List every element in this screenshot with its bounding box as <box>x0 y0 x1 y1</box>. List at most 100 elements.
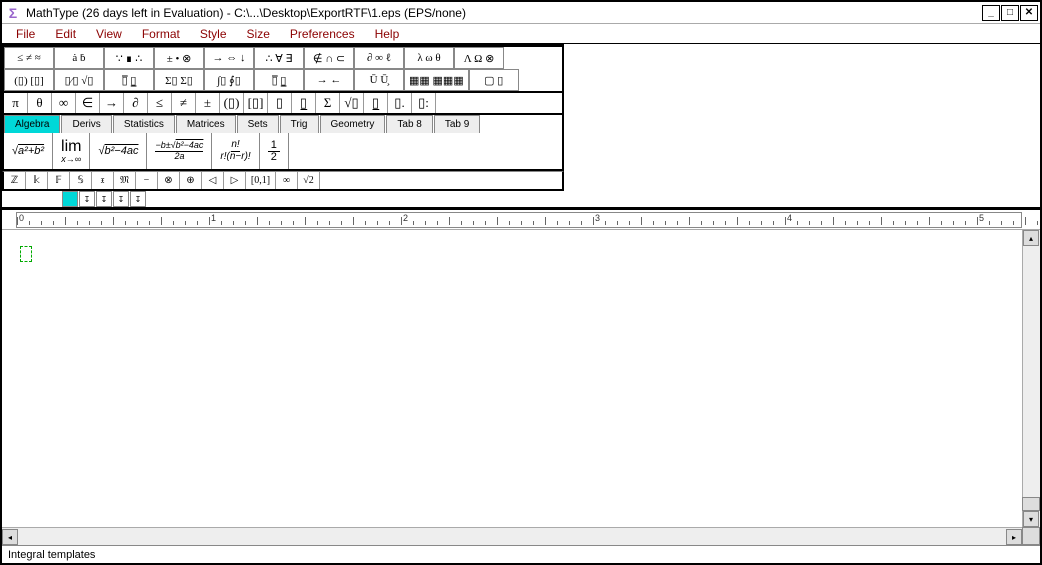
tmpl-sqrt-sum[interactable]: √a²+b² <box>4 133 53 169</box>
products-templates[interactable]: Ū Ū̧ <box>354 69 404 91</box>
arrows[interactable]: → ⇔ ↓ <box>204 47 254 69</box>
sym-bracket[interactable]: [▯] <box>244 93 268 113</box>
fraction-radical-templates[interactable]: ▯⁄▯ √▯ <box>54 69 104 91</box>
sym-dot[interactable]: ▯. <box>388 93 412 113</box>
maximize-button[interactable]: □ <box>1001 5 1019 21</box>
tmpl-sqrt-quad[interactable]: √b²−4ac <box>90 133 147 169</box>
sym-element[interactable]: ∈ <box>76 93 100 113</box>
sym-neq[interactable]: ≠ <box>172 93 196 113</box>
menu-view[interactable]: View <box>88 25 130 43</box>
tmpl-half[interactable]: 12 <box>260 133 289 169</box>
ruler-label: 1 <box>211 213 216 223</box>
tmpl-combination[interactable]: n!r!(n−r)! <box>212 133 259 169</box>
menu-preferences[interactable]: Preferences <box>282 25 363 43</box>
scroll-down-button[interactable]: ▾ <box>1023 511 1039 527</box>
sm-z[interactable]: ℤ <box>4 172 26 189</box>
tab-derivs[interactable]: Derivs <box>61 115 111 133</box>
sm-x[interactable]: 𝔵 <box>92 172 114 189</box>
scroll-up-button[interactable]: ▴ <box>1023 230 1039 246</box>
sym-leq[interactable]: ≤ <box>148 93 172 113</box>
tmpl-quadratic[interactable]: −b±√b²−4ac2a <box>147 133 212 169</box>
tmpl-limit[interactable]: limx→∞ <box>53 133 90 169</box>
menu-style[interactable]: Style <box>192 25 235 43</box>
sym-arrow[interactable]: → <box>100 93 124 113</box>
minimize-button[interactable]: _ <box>982 5 1000 21</box>
tab-statistics[interactable]: Statistics <box>113 115 175 133</box>
sym-box[interactable]: ▯ <box>268 93 292 113</box>
sym-partial[interactable]: ∂ <box>124 93 148 113</box>
operator-symbols[interactable]: ± • ⊗ <box>154 47 204 69</box>
logical-symbols[interactable]: ∴ ∀ ∃ <box>254 47 304 69</box>
sm-oplus[interactable]: ⊕ <box>180 172 202 189</box>
horizontal-scrollbar[interactable]: ◂ ▸ <box>2 527 1022 545</box>
ruler[interactable]: 0123456 <box>16 212 1022 228</box>
sym-infinity[interactable]: ∞ <box>52 93 76 113</box>
tab-8[interactable]: Tab 8 <box>386 115 432 133</box>
style-tab-left[interactable]: ↧ <box>79 191 95 207</box>
tab-matrices[interactable]: Matrices <box>176 115 236 133</box>
sym-theta[interactable]: θ <box>28 93 52 113</box>
summation-templates[interactable]: Σ▯ Σ▯ <box>154 69 204 91</box>
sm-right[interactable]: ▷ <box>224 172 246 189</box>
scroll-left-button[interactable]: ◂ <box>2 529 18 545</box>
sm-interval[interactable]: [0,1] <box>246 172 276 189</box>
sm-spacer <box>320 172 562 189</box>
resize-grip[interactable] <box>1022 527 1040 545</box>
menu-edit[interactable]: Edit <box>47 25 84 43</box>
sym-sqrt[interactable]: √▯ <box>340 93 364 113</box>
sm-f[interactable]: 𝔽 <box>48 172 70 189</box>
tab-sets[interactable]: Sets <box>237 115 279 133</box>
ruler-label: 0 <box>19 213 24 223</box>
sym-pi[interactable]: π <box>4 93 28 113</box>
sm-s[interactable]: 𝕊 <box>70 172 92 189</box>
matrix-templates[interactable]: ▦▦ ▦▦▦ <box>404 69 469 91</box>
style-cyan[interactable] <box>62 191 78 207</box>
ruler-label: 5 <box>979 213 984 223</box>
sym-underbar[interactable]: ▯̲ <box>364 93 388 113</box>
sm-left[interactable]: ◁ <box>202 172 224 189</box>
vertical-scrollbar[interactable]: ▴ ▾ <box>1022 230 1040 527</box>
style-bar: ↧ ↧ ↧ ↧ <box>2 191 1040 207</box>
menu-size[interactable]: Size <box>239 25 278 43</box>
subscript-superscript-templates[interactable]: ▯̅ ▯̲ <box>104 69 154 91</box>
relational-symbols[interactable]: ≤ ≠ ≈ <box>4 47 54 69</box>
editor-canvas[interactable] <box>2 230 1022 527</box>
sm-k[interactable]: 𝕜 <box>26 172 48 189</box>
scroll-right-button[interactable]: ▸ <box>1006 529 1022 545</box>
misc-symbols[interactable]: ∂ ∞ ℓ <box>354 47 404 69</box>
tab-algebra[interactable]: Algebra <box>4 115 60 133</box>
fence-templates[interactable]: (▯) [▯] <box>4 69 54 91</box>
underbar-overbar-templates[interactable]: ▯̅ ▯̲ <box>254 69 304 91</box>
embellishments[interactable]: ∵ ∎ ∴ <box>104 47 154 69</box>
close-button[interactable]: ✕ <box>1020 5 1038 21</box>
tab-9[interactable]: Tab 9 <box>434 115 480 133</box>
labeled-arrow-templates[interactable]: → ← <box>304 69 354 91</box>
tab-trig[interactable]: Trig <box>280 115 319 133</box>
sm-otimes[interactable]: ⊗ <box>158 172 180 189</box>
menu-format[interactable]: Format <box>134 25 188 43</box>
sm-inf[interactable]: ∞ <box>276 172 298 189</box>
style-tab-center[interactable]: ↧ <box>96 191 112 207</box>
spaces-symbols[interactable]: ȧ ḃ <box>54 47 104 69</box>
menu-file[interactable]: File <box>8 25 43 43</box>
sm-m[interactable]: 𝔐 <box>114 172 136 189</box>
sym-pm[interactable]: ± <box>196 93 220 113</box>
sm-minus[interactable]: − <box>136 172 158 189</box>
sym-sigma[interactable]: Σ <box>316 93 340 113</box>
ruler-area: 0123456 <box>2 210 1040 230</box>
sym-sub[interactable]: ▯̲ <box>292 93 316 113</box>
sym-paren[interactable]: (▯) <box>220 93 244 113</box>
tab-geometry[interactable]: Geometry <box>320 115 386 133</box>
toolbar-area: ≤ ≠ ≈ ȧ ḃ ∵ ∎ ∴ ± • ⊗ → ⇔ ↓ ∴ ∀ ∃ ∉ ∩ ⊂ … <box>2 44 1040 210</box>
sm-sqrt2[interactable]: √2 <box>298 172 320 189</box>
style-tab-right[interactable]: ↧ <box>113 191 129 207</box>
set-theory-symbols[interactable]: ∉ ∩ ⊂ <box>304 47 354 69</box>
menu-help[interactable]: Help <box>367 25 408 43</box>
greek-uppercase[interactable]: Λ Ω ⊗ <box>454 47 504 69</box>
equation-slot[interactable] <box>20 246 32 262</box>
sym-colon[interactable]: ▯: <box>412 93 436 113</box>
greek-lowercase[interactable]: λ ω θ <box>404 47 454 69</box>
integral-templates[interactable]: ∫▯ ∮▯ <box>204 69 254 91</box>
boxes-templates[interactable]: ▢ ▯ <box>469 69 519 91</box>
style-tab-decimal[interactable]: ↧ <box>130 191 146 207</box>
